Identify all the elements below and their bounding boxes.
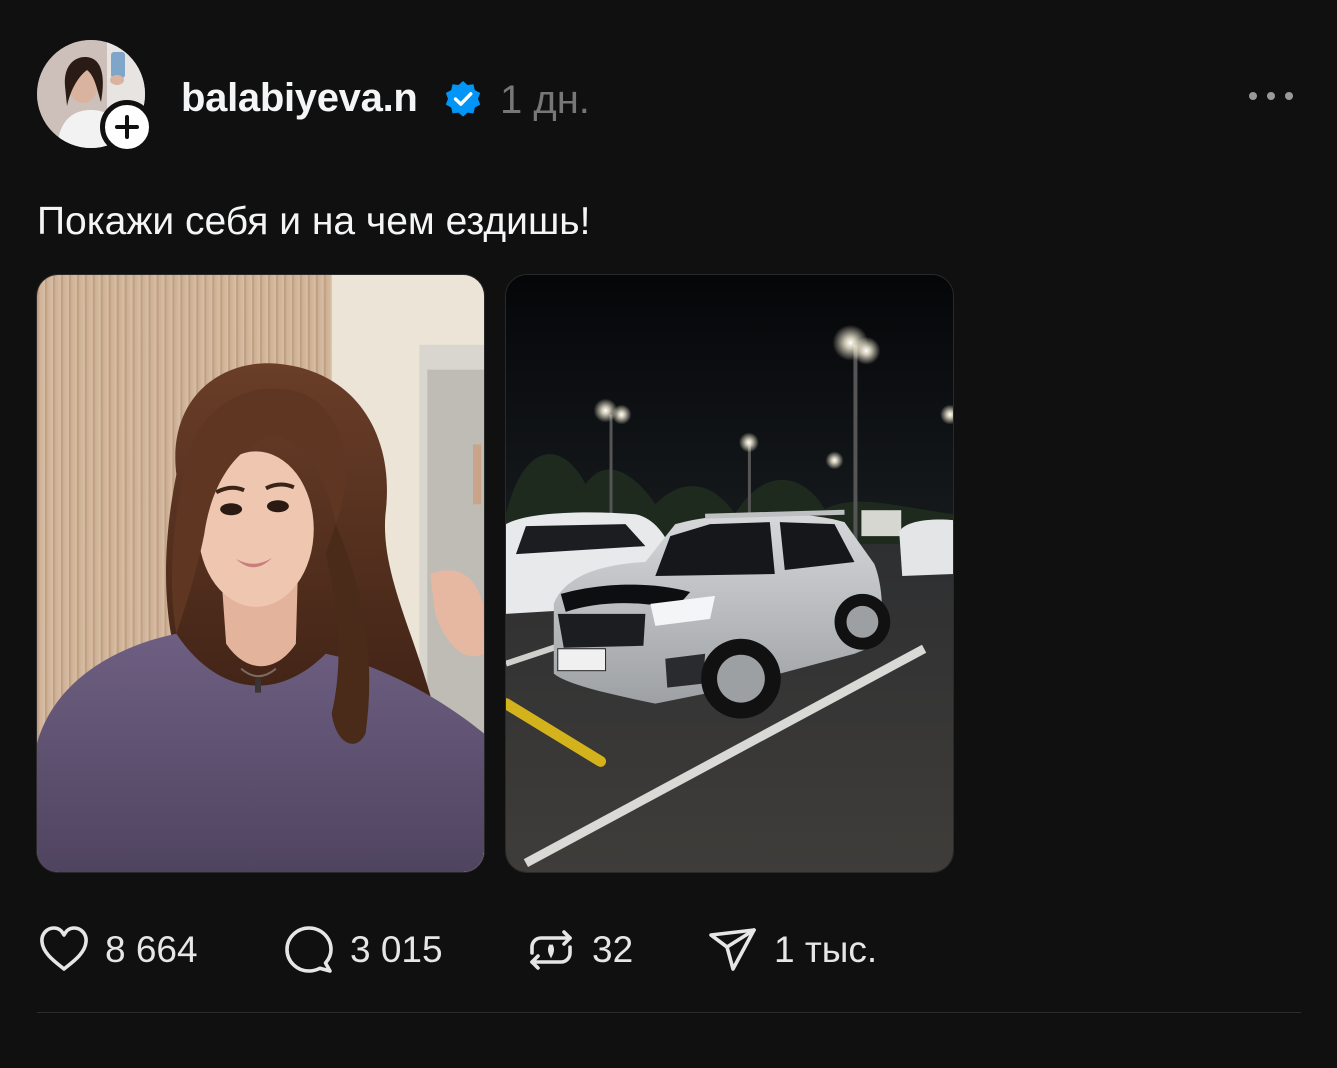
heart-icon [40, 926, 88, 971]
send-icon [709, 928, 756, 971]
post-image-car[interactable] [505, 274, 954, 873]
comment-count: 3 015 [350, 929, 443, 970]
post-image-portrait[interactable] [36, 274, 485, 873]
share-button[interactable]: 1 тыс. [706, 922, 877, 978]
repost-icon [530, 930, 572, 970]
thread-post: balabiyeva.n 1 дн. Покажи себя и на чем … [0, 0, 1337, 1068]
like-button[interactable]: 8 664 [37, 922, 198, 978]
username[interactable]: balabiyeva.n [181, 74, 418, 122]
post-timestamp: 1 дн. [500, 78, 590, 122]
divider [37, 1012, 1301, 1013]
avatar-container[interactable] [37, 40, 154, 154]
comment-bubble-icon [285, 926, 333, 973]
repost-count: 32 [592, 929, 634, 970]
comment-button[interactable]: 3 015 [282, 922, 443, 978]
plus-icon [115, 115, 139, 139]
share-count: 1 тыс. [774, 929, 878, 970]
follow-button[interactable] [100, 100, 154, 154]
like-count: 8 664 [105, 929, 198, 970]
repost-button[interactable]: 32 [524, 922, 633, 978]
more-options-button[interactable] [1245, 80, 1297, 112]
more-horizontal-icon [1249, 92, 1257, 100]
more-horizontal-icon [1267, 92, 1275, 100]
verified-badge-icon [445, 81, 481, 117]
post-caption: Покажи себя и на чем ездишь! [37, 200, 591, 243]
more-horizontal-icon [1285, 92, 1293, 100]
